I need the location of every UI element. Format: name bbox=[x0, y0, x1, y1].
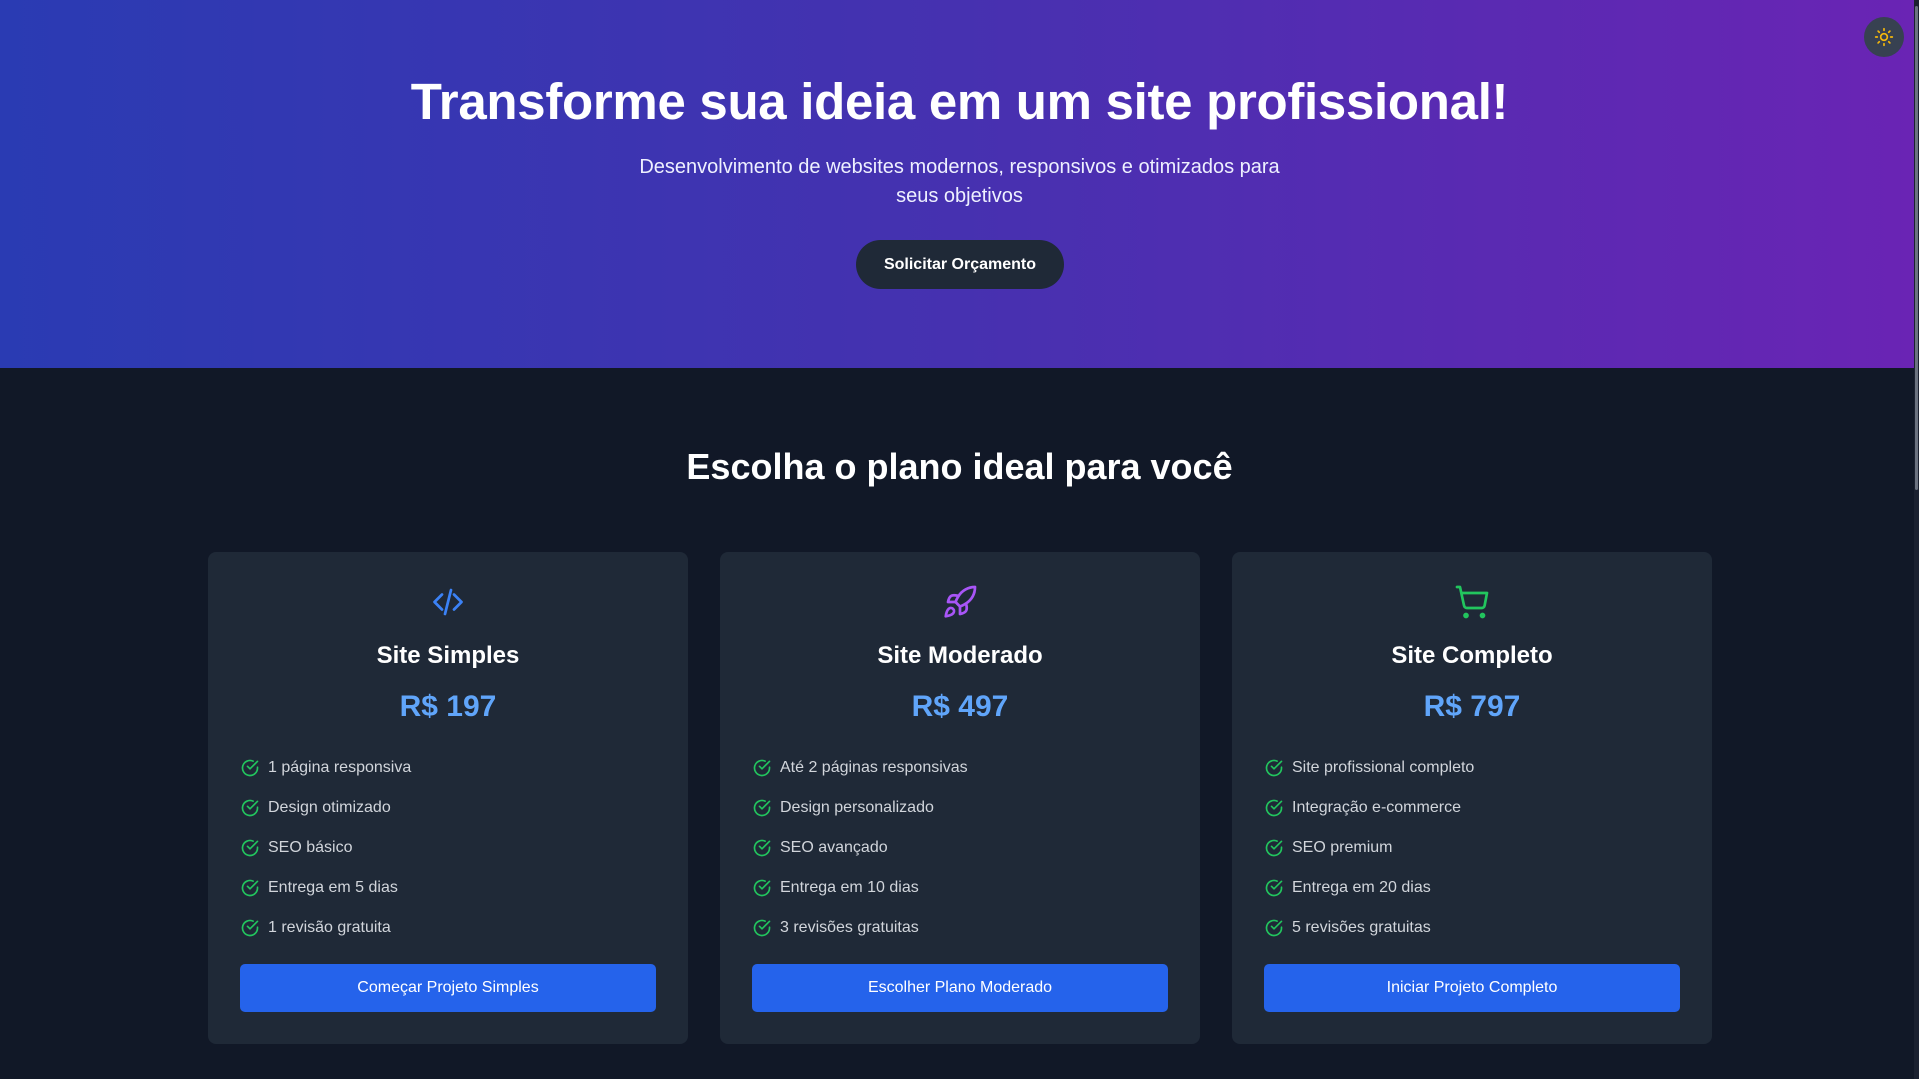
hero-section: Transforme sua ideia em um site profissi… bbox=[0, 0, 1919, 368]
check-circle-icon bbox=[241, 839, 259, 857]
feature-item: Entrega em 20 dias bbox=[1264, 868, 1474, 908]
feature-label: SEO básico bbox=[268, 839, 353, 856]
feature-item: SEO básico bbox=[240, 828, 411, 868]
shopping-cart-icon bbox=[1232, 584, 1712, 620]
hero-title: Transforme sua ideia em um site profissi… bbox=[410, 73, 1509, 130]
request-quote-button[interactable]: Solicitar Orçamento bbox=[856, 240, 1064, 289]
feature-item: Entrega em 5 dias bbox=[240, 868, 411, 908]
feature-item: Até 2 páginas responsivas bbox=[752, 748, 968, 788]
feature-item: SEO premium bbox=[1264, 828, 1474, 868]
plan-card-simples: Site Simples R$ 197 1 página responsiva … bbox=[208, 552, 688, 1044]
plan-price: R$ 497 bbox=[911, 690, 1009, 723]
check-circle-icon bbox=[753, 879, 771, 897]
check-circle-icon bbox=[241, 799, 259, 817]
feature-label: Entrega em 10 dias bbox=[780, 879, 919, 896]
feature-list: Site profissional completo Integração e-… bbox=[1264, 748, 1474, 948]
plan-name: Site Simples bbox=[376, 642, 520, 669]
check-circle-icon bbox=[753, 799, 771, 817]
start-complete-project-button[interactable]: Iniciar Projeto Completo bbox=[1264, 964, 1680, 1012]
hero-subtitle: Desenvolvimento de websites modernos, re… bbox=[639, 156, 1280, 207]
feature-item: 5 revisões gratuitas bbox=[1264, 908, 1474, 948]
feature-label: SEO premium bbox=[1292, 839, 1393, 856]
plan-card-moderado: Site Moderado R$ 497 Até 2 páginas respo… bbox=[720, 552, 1200, 1044]
rocket-icon bbox=[720, 584, 1200, 620]
check-circle-icon bbox=[753, 919, 771, 937]
plan-price: R$ 197 bbox=[399, 690, 497, 723]
feature-label: Design otimizado bbox=[268, 799, 391, 816]
check-circle-icon bbox=[753, 759, 771, 777]
check-circle-icon bbox=[1265, 919, 1283, 937]
check-circle-icon bbox=[241, 919, 259, 937]
feature-item: Site profissional completo bbox=[1264, 748, 1474, 788]
plan-name: Site Completo bbox=[1391, 642, 1553, 669]
feature-item: Design otimizado bbox=[240, 788, 411, 828]
feature-label: Site profissional completo bbox=[1292, 759, 1475, 776]
start-simple-project-button[interactable]: Começar Projeto Simples bbox=[240, 964, 656, 1012]
feature-label: SEO avançado bbox=[780, 839, 888, 856]
feature-label: Entrega em 5 dias bbox=[268, 879, 398, 896]
check-circle-icon bbox=[753, 839, 771, 857]
check-circle-icon bbox=[1265, 799, 1283, 817]
pricing-title: Escolha o plano ideal para você bbox=[686, 446, 1233, 487]
feature-label: 3 revisões gratuitas bbox=[780, 919, 919, 936]
feature-item: Entrega em 10 dias bbox=[752, 868, 968, 908]
feature-list: 1 página responsiva Design otimizado SEO… bbox=[240, 748, 411, 948]
plan-card-completo: Site Completo R$ 797 Site profissional c… bbox=[1232, 552, 1712, 1044]
feature-item: 1 revisão gratuita bbox=[240, 908, 411, 948]
feature-label: 1 revisão gratuita bbox=[268, 919, 391, 936]
check-circle-icon bbox=[241, 879, 259, 897]
plan-name: Site Moderado bbox=[877, 642, 1043, 669]
sun-icon bbox=[1874, 27, 1894, 47]
feature-label: Design personalizado bbox=[780, 799, 934, 816]
feature-list: Até 2 páginas responsivas Design persona… bbox=[752, 748, 968, 948]
feature-label: Integração e-commerce bbox=[1292, 799, 1461, 816]
feature-item: Integração e-commerce bbox=[1264, 788, 1474, 828]
feature-item: Design personalizado bbox=[752, 788, 968, 828]
feature-label: Até 2 páginas responsivas bbox=[780, 759, 968, 776]
feature-item: SEO avançado bbox=[752, 828, 968, 868]
feature-label: Entrega em 20 dias bbox=[1292, 879, 1431, 896]
check-circle-icon bbox=[1265, 759, 1283, 777]
feature-label: 5 revisões gratuitas bbox=[1292, 919, 1431, 936]
check-circle-icon bbox=[241, 759, 259, 777]
feature-item: 1 página responsiva bbox=[240, 748, 411, 788]
choose-moderate-plan-button[interactable]: Escolher Plano Moderado bbox=[752, 964, 1168, 1012]
theme-toggle-button[interactable] bbox=[1864, 17, 1904, 57]
scrollbar-thumb[interactable] bbox=[1915, 6, 1918, 490]
check-circle-icon bbox=[1265, 879, 1283, 897]
feature-label: 1 página responsiva bbox=[268, 759, 412, 776]
code-icon bbox=[208, 584, 688, 620]
plan-price: R$ 797 bbox=[1423, 690, 1521, 723]
feature-item: 3 revisões gratuitas bbox=[752, 908, 968, 948]
check-circle-icon bbox=[1265, 839, 1283, 857]
